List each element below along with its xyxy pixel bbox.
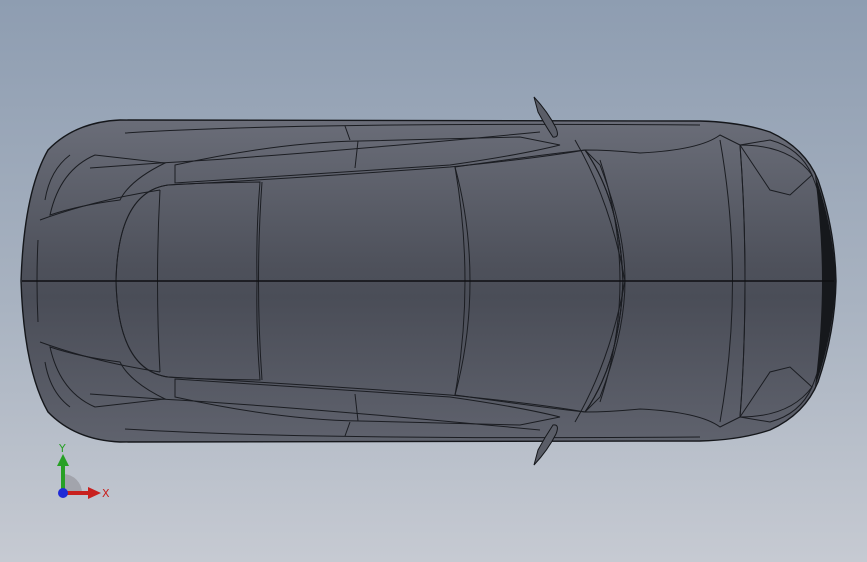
- coordinate-triad: Y X: [57, 442, 110, 500]
- x-axis-label: X: [102, 487, 110, 500]
- x-axis-arrowhead: [88, 487, 101, 499]
- y-axis-arrowhead: [57, 454, 69, 466]
- y-axis-label: Y: [58, 442, 66, 455]
- car-model[interactable]: [0, 0, 867, 562]
- z-axis-dot: [58, 488, 68, 498]
- graphics-viewport[interactable]: Y X: [0, 0, 867, 562]
